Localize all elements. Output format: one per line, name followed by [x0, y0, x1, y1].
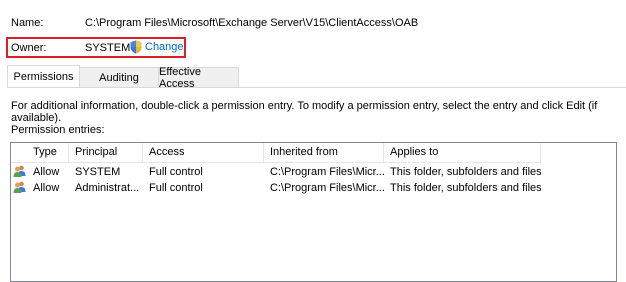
uac-shield-icon — [130, 40, 142, 54]
tab-permissions[interactable]: Permissions — [7, 65, 80, 87]
list-header: Type Principal Access Inherited from App… — [11, 143, 541, 163]
tab-auditing[interactable]: Auditing — [79, 67, 159, 87]
entry-access: Full control — [149, 166, 203, 178]
users-icon — [11, 180, 27, 197]
column-header-type[interactable]: Type — [27, 143, 69, 162]
tab-divider — [7, 87, 626, 88]
entry-type: Allow — [33, 182, 60, 194]
change-link-label: Change — [145, 41, 184, 53]
list-item[interactable]: Allow Administrat... Full control C:\Pro… — [11, 180, 541, 197]
entry-applies-to: This folder, subfolders and files — [390, 182, 541, 194]
column-header-icon — [11, 143, 27, 162]
owner-value: SYSTEM — [85, 42, 131, 54]
permission-entries-label: Permission entries: — [11, 124, 105, 136]
entry-inherited-from: C:\Program Files\Micr... — [270, 182, 384, 194]
entry-inherited-from: C:\Program Files\Micr... — [270, 166, 384, 178]
column-header-inherited-from[interactable]: Inherited from — [264, 143, 384, 162]
permission-entries-list[interactable]: Type Principal Access Inherited from App… — [10, 142, 617, 282]
column-header-access[interactable]: Access — [143, 143, 264, 162]
name-label: Name: — [11, 17, 44, 29]
column-header-applies-to[interactable]: Applies to — [384, 143, 541, 162]
column-header-principal[interactable]: Principal — [69, 143, 143, 162]
entry-principal: Administrat... — [75, 182, 140, 194]
entry-applies-to: This folder, subfolders and files — [390, 166, 541, 178]
entry-access: Full control — [149, 182, 203, 194]
entry-type: Allow — [33, 166, 60, 178]
users-icon — [11, 164, 27, 181]
info-text: For additional information, double-click… — [11, 100, 598, 124]
change-owner-link[interactable]: Change — [130, 40, 184, 54]
tab-strip: Permissions Auditing Effective Access — [7, 65, 239, 90]
tab-effective-access[interactable]: Effective Access — [158, 66, 239, 90]
entry-principal: SYSTEM — [75, 166, 121, 178]
owner-label: Owner: — [11, 42, 47, 54]
list-item[interactable]: Allow SYSTEM Full control C:\Program Fil… — [11, 164, 541, 181]
object-name-value: C:\Program Files\Microsoft\Exchange Serv… — [85, 17, 419, 29]
